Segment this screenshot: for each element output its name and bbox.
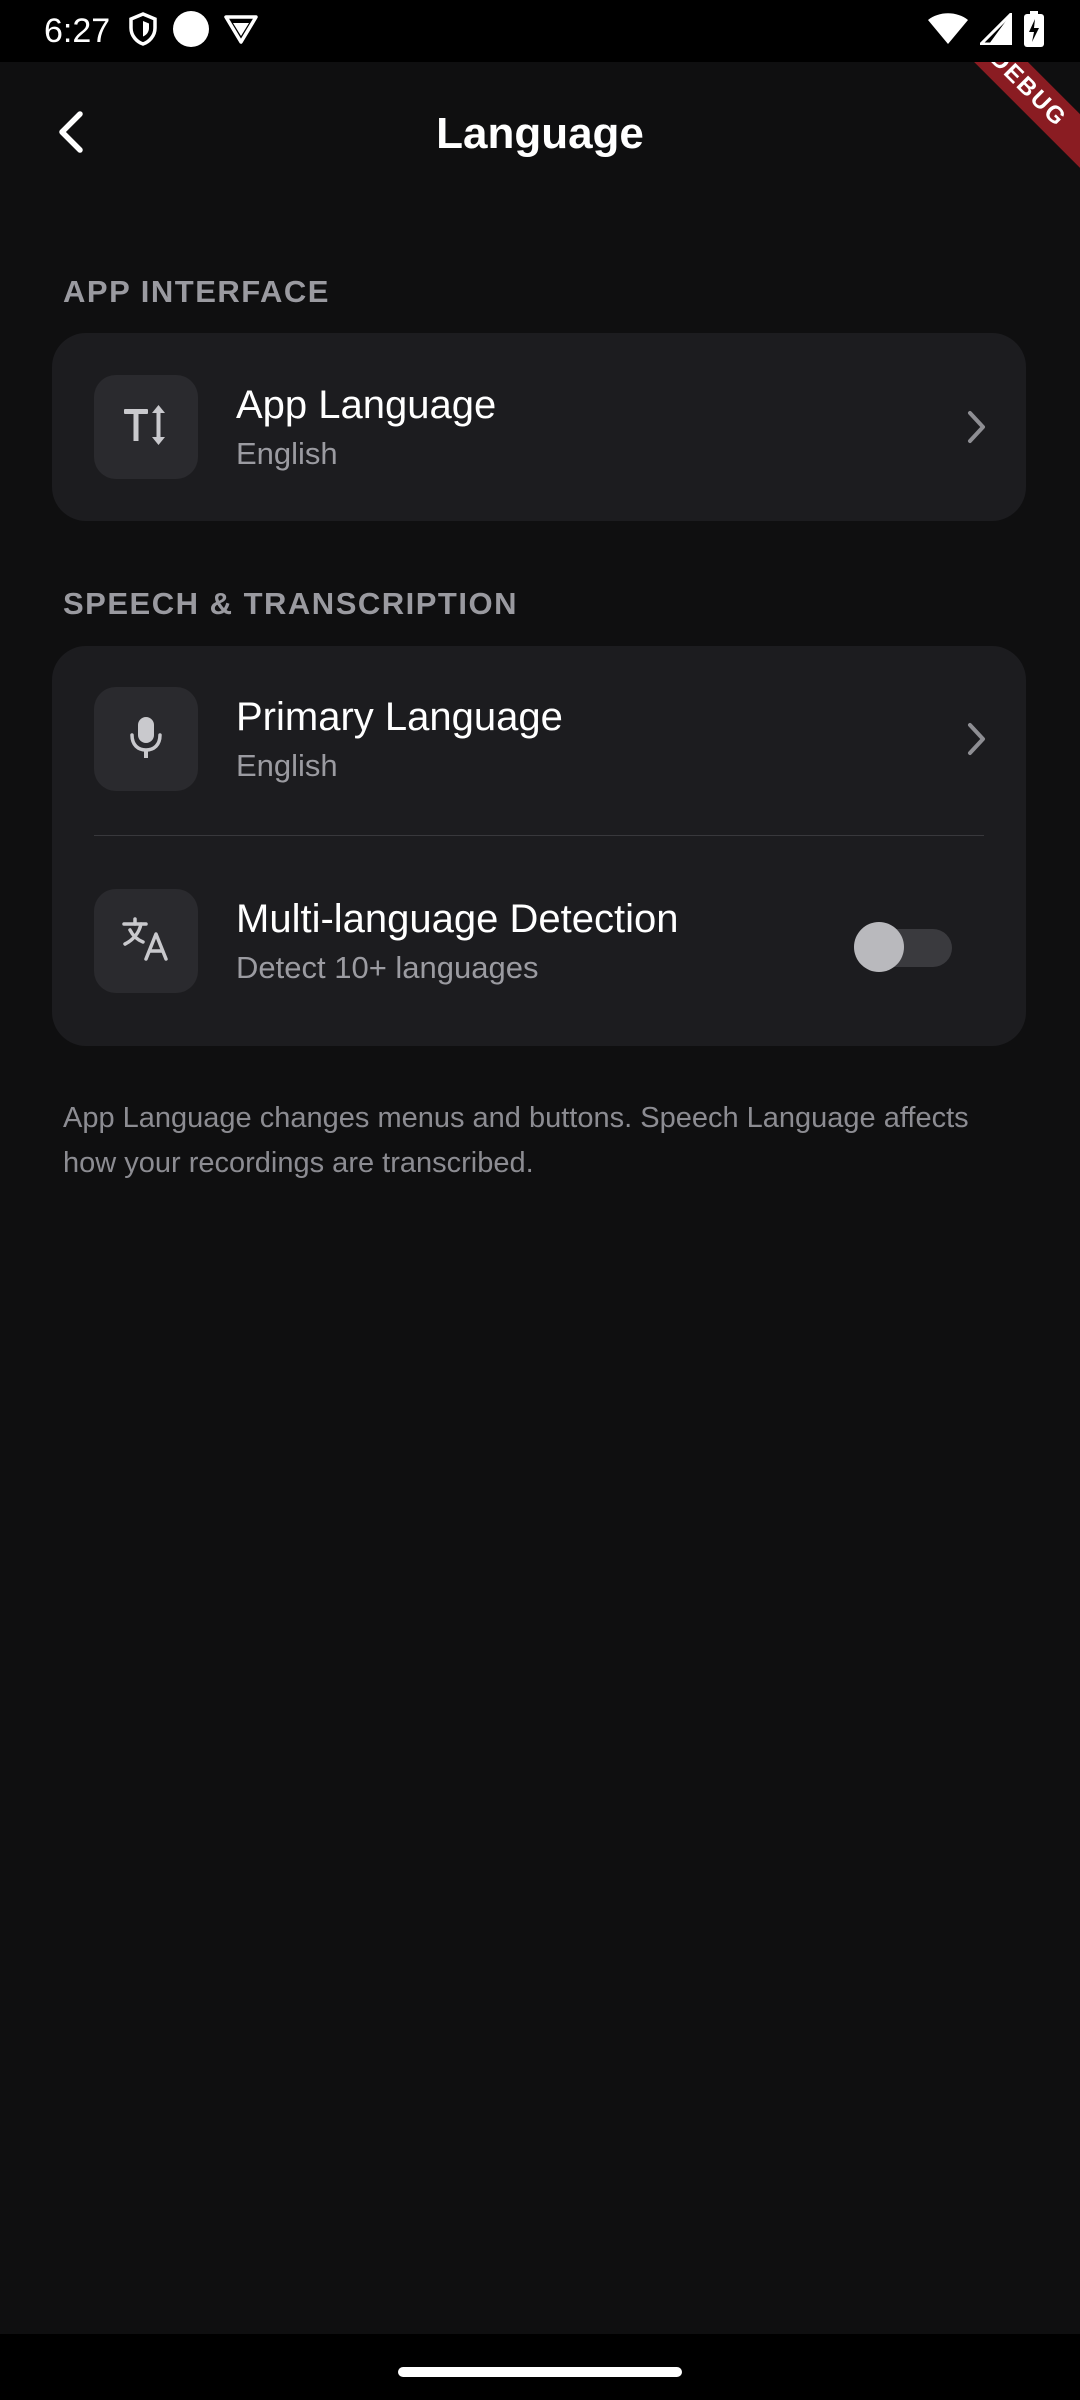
translate-icon [121, 915, 171, 968]
row-divider [94, 835, 984, 836]
app-language-value: English [236, 436, 338, 471]
circle-icon [172, 10, 210, 53]
microphone-icon [124, 713, 168, 766]
primary-language-row[interactable]: Primary Language English [52, 646, 1026, 832]
navigation-bar [0, 2334, 1080, 2400]
primary-language-value: English [236, 748, 338, 783]
status-left-icons [128, 10, 258, 53]
wifi-icon [928, 12, 968, 50]
section-header-app-interface: APP INTERFACE [63, 274, 330, 309]
app-language-row[interactable]: App Language English [52, 334, 1026, 520]
section-header-speech-transcription: SPEECH & TRANSCRIPTION [63, 586, 518, 621]
status-time: 6:27 [44, 12, 111, 50]
status-bar: 6:27 [0, 0, 1080, 62]
app-interface-card: App Language English [52, 333, 1026, 521]
multi-language-icon-box [94, 889, 198, 993]
multi-language-detection-title: Multi-language Detection [236, 897, 679, 941]
text-size-icon [122, 401, 170, 454]
chevron-right-icon [956, 407, 996, 447]
multi-language-detection-toggle[interactable] [854, 921, 952, 972]
page-title: Language [436, 109, 644, 158]
app-language-icon-box [94, 375, 198, 479]
language-footnote: App Language changes menus and buttons. … [63, 1102, 969, 1179]
app-language-title: App Language [236, 383, 497, 427]
speech-transcription-card: Primary Language English Multi-language … [52, 646, 1026, 1046]
battery-charging-icon [1024, 10, 1044, 52]
status-right-icons [928, 10, 1044, 52]
vpn-icon [224, 14, 258, 49]
toggle-thumb [854, 922, 904, 972]
primary-language-icon-box [94, 687, 198, 791]
shield-icon [128, 11, 158, 51]
chevron-right-icon [956, 719, 996, 759]
multi-language-detection-subtitle: Detect 10+ languages [236, 950, 539, 985]
multi-language-detection-row[interactable]: Multi-language Detection Detect 10+ lang… [52, 848, 1026, 1034]
home-gesture-handle[interactable] [398, 2367, 682, 2377]
signal-icon [979, 12, 1013, 50]
language-screen: DEBUG Language APP INTERFACE App Languag… [0, 62, 1080, 2334]
primary-language-title: Primary Language [236, 695, 563, 739]
